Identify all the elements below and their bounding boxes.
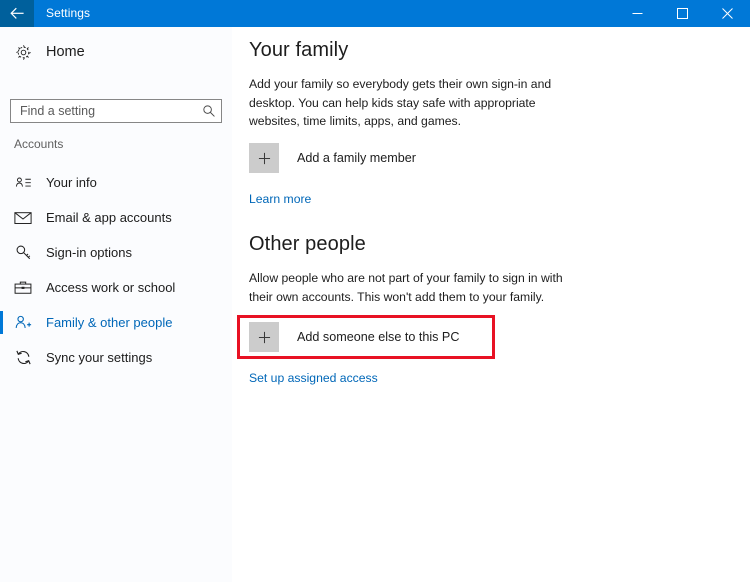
- sidebar-item-label: Sign-in options: [46, 245, 132, 260]
- key-icon: [6, 244, 40, 261]
- sidebar-item-family-other-people[interactable]: Family & other people: [0, 305, 232, 340]
- your-family-heading: Your family: [249, 39, 349, 61]
- add-family-member-button[interactable]: Add a family member: [249, 143, 416, 173]
- sidebar-item-your-info[interactable]: Your info: [0, 165, 232, 200]
- selection-accent-bar: [0, 276, 3, 299]
- selection-accent-bar: [0, 346, 3, 369]
- window-body: Home Accounts: [0, 27, 750, 582]
- back-arrow-icon[interactable]: [0, 0, 34, 27]
- gear-icon: [6, 44, 40, 61]
- sidebar-item-label: Family & other people: [46, 315, 173, 330]
- selection-accent-bar: [0, 311, 3, 334]
- sidebar-item-label: Sync your settings: [46, 350, 153, 365]
- person-add-icon: [6, 314, 40, 331]
- sidebar-category-label: Accounts: [14, 137, 64, 151]
- sidebar-item-home[interactable]: Home: [0, 37, 232, 67]
- briefcase-icon: [6, 280, 40, 295]
- minimize-icon[interactable]: [615, 0, 660, 27]
- sidebar-item-email-app-accounts[interactable]: Email & app accounts: [0, 200, 232, 235]
- search-field[interactable]: [10, 99, 222, 123]
- title-bar: Settings: [0, 0, 750, 27]
- search-input[interactable]: [11, 100, 197, 122]
- sidebar-item-label: Email & app accounts: [46, 210, 172, 225]
- set-up-assigned-access-link[interactable]: Set up assigned access: [249, 371, 378, 385]
- sidebar: Home Accounts: [0, 27, 232, 582]
- sidebar-nav-list: Your info Email & app accounts Sign-in o…: [0, 165, 232, 375]
- add-someone-else-button[interactable]: Add someone else to this PC: [249, 322, 459, 352]
- add-someone-else-label: Add someone else to this PC: [297, 330, 460, 344]
- sidebar-home-label: Home: [46, 44, 85, 60]
- envelope-icon: [6, 211, 40, 225]
- plus-icon: [249, 322, 279, 352]
- your-family-description: Add your family so everybody gets their …: [249, 77, 552, 128]
- search-icon: [197, 104, 221, 118]
- sidebar-item-sign-in-options[interactable]: Sign-in options: [0, 235, 232, 270]
- selection-accent-bar: [0, 171, 3, 194]
- sidebar-item-label: Access work or school: [46, 280, 176, 295]
- close-icon[interactable]: [705, 0, 750, 27]
- other-people-description: Allow people who are not part of your fa…: [249, 271, 563, 304]
- sidebar-item-sync-your-settings[interactable]: Sync your settings: [0, 340, 232, 375]
- sync-icon: [6, 349, 40, 366]
- sidebar-item-access-work-or-school[interactable]: Access work or school: [0, 270, 232, 305]
- add-family-member-label: Add a family member: [297, 151, 416, 165]
- settings-window: Settings Home Find a setting Accounts Yo…: [0, 0, 750, 582]
- other-people-heading: Other people: [249, 233, 366, 255]
- window-title: Settings: [46, 6, 91, 20]
- plus-icon: [249, 143, 279, 173]
- maximize-icon[interactable]: [660, 0, 705, 27]
- user-info-icon: [6, 175, 40, 191]
- selection-accent-bar: [0, 241, 3, 264]
- selection-accent-bar: [0, 206, 3, 229]
- window-controls: [615, 0, 750, 27]
- sidebar-item-label: Your info: [46, 175, 97, 190]
- learn-more-link[interactable]: Learn more: [249, 192, 311, 206]
- main-content: Your family Add your family so everybody…: [232, 27, 750, 582]
